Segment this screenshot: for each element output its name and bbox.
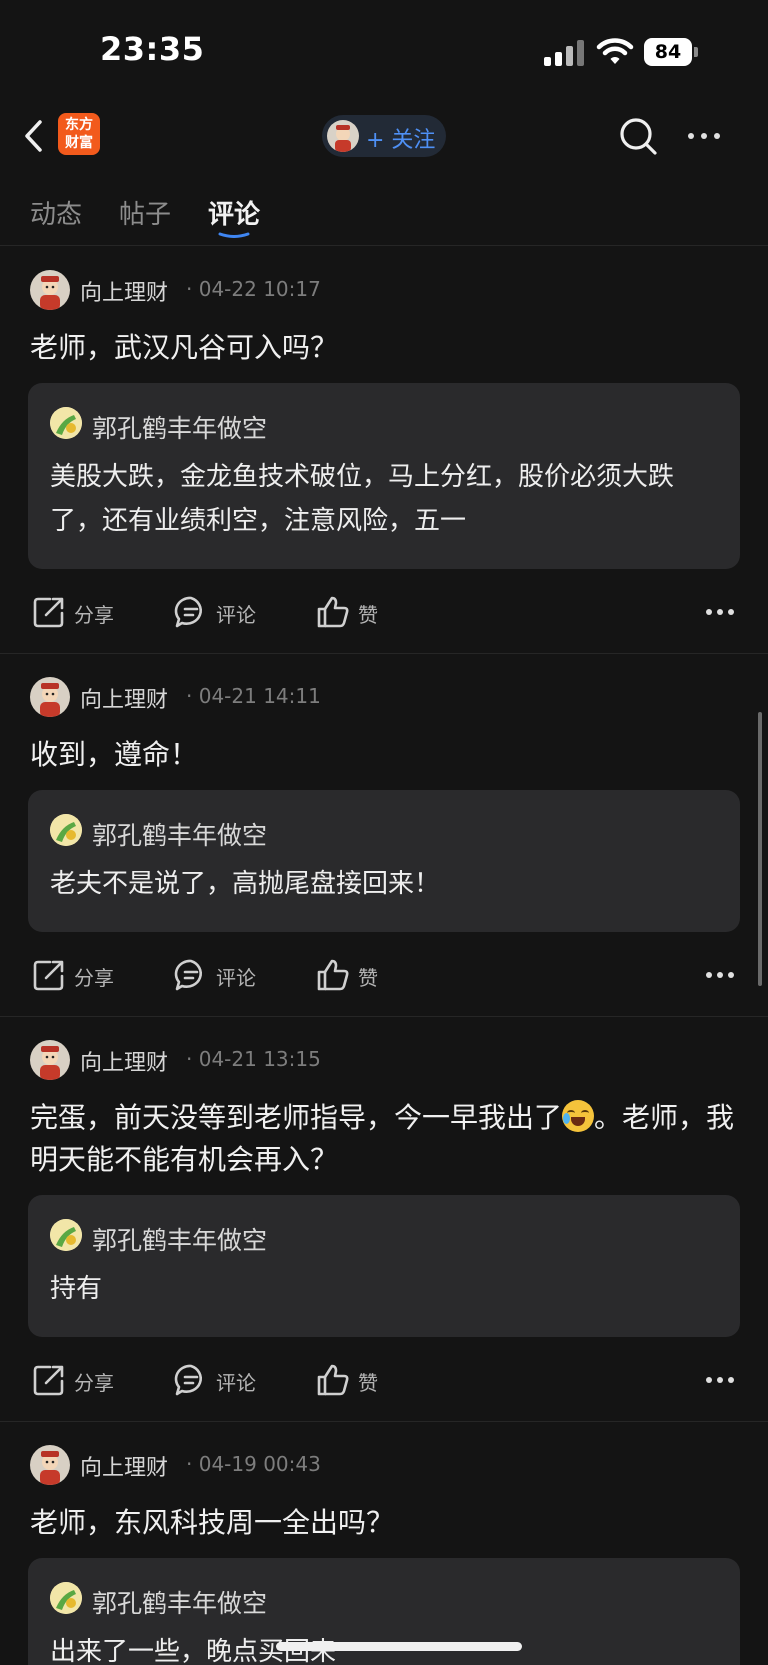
comment-text-part1: 完蛋，前天没等到老师指导，今一早我出了	[30, 1101, 563, 1134]
thumbs-up-icon	[317, 1364, 349, 1396]
logo-text-line2: 财富	[65, 135, 93, 151]
comment-icon	[174, 959, 202, 991]
comment-icon	[174, 1364, 202, 1396]
share-label: 分享	[74, 966, 114, 990]
comment-text: 完蛋，前天没等到老师指导，今一早我出了 。老师，我明天能不能有机会再入？	[30, 1097, 738, 1181]
author-name[interactable]: 向上理财	[80, 275, 168, 307]
follow-button[interactable]: + 关注	[322, 115, 446, 157]
search-icon[interactable]	[618, 116, 660, 158]
back-icon[interactable]	[22, 118, 46, 154]
author-name[interactable]: 向上理财	[80, 1450, 168, 1482]
like-label: 赞	[358, 966, 378, 990]
action-bar: 分享 评论 赞	[0, 569, 768, 653]
more-options-icon[interactable]	[684, 130, 724, 142]
quoted-post[interactable]: 郭孔鹤丰年做空 美股大跌，金龙鱼技术破位，马上分红，股价必须大跌了，还有业绩利空…	[28, 383, 740, 569]
more-icon[interactable]	[706, 606, 736, 618]
action-bar: 分享 评论 赞	[0, 1337, 768, 1421]
quote-header: 郭孔鹤丰年做空	[50, 1580, 718, 1618]
scrollbar[interactable]	[758, 712, 762, 986]
tab-comments[interactable]: 评论	[208, 194, 260, 231]
quoted-post[interactable]: 郭孔鹤丰年做空 持有	[28, 1195, 740, 1337]
avatar[interactable]	[30, 677, 70, 717]
nav-bar: 东方 财富 + 关注	[0, 100, 768, 172]
tab-posts[interactable]: 帖子	[119, 194, 171, 231]
app-logo[interactable]: 东方 财富	[58, 113, 100, 155]
quote-text: 美股大跌，金龙鱼技术破位，马上分红，股价必须大跌了，还有业绩利空，注意风险，五一	[50, 462, 675, 536]
battery-level: 84	[644, 38, 692, 66]
quote-author: 郭孔鹤丰年做空	[92, 1589, 268, 1618]
avatar	[50, 407, 82, 439]
comment-text: 老师，东风科技周一全出吗？	[30, 1506, 395, 1539]
more-icon[interactable]	[706, 969, 736, 981]
comment-label: 评论	[216, 603, 256, 627]
tab-dynamics[interactable]: 动态	[30, 194, 82, 231]
quote-author: 郭孔鹤丰年做空	[92, 414, 268, 443]
list-item[interactable]: 向上理财 · 04-21 13:15 完蛋，前天没等到老师指导，今一早我出了 。老…	[0, 1037, 768, 1422]
follow-label: + 关注	[366, 128, 436, 153]
quote-text: 老夫不是说了，高抛尾盘接回来！	[50, 869, 441, 899]
more-icon[interactable]	[706, 1374, 736, 1386]
quote-header: 郭孔鹤丰年做空	[50, 812, 718, 850]
battery-icon: 84	[644, 38, 698, 66]
post-header: 向上理财 · 04-19 00:43	[0, 1442, 768, 1488]
thumbs-up-icon	[317, 596, 349, 628]
comment-text: 收到，遵命！	[30, 738, 199, 771]
list-item[interactable]: 向上理财 · 04-22 10:17 老师，武汉凡谷可入吗？ 郭孔鹤丰年做空 美…	[0, 267, 768, 654]
wifi-icon	[596, 38, 634, 64]
status-bar: 23:35 84	[0, 0, 768, 100]
quote-author: 郭孔鹤丰年做空	[92, 821, 268, 850]
status-time: 23:35	[100, 30, 205, 68]
list-item[interactable]: 向上理财 · 04-19 00:43 老师，东风科技周一全出吗？ 郭孔鹤丰年做空…	[0, 1442, 768, 1665]
comment-label: 评论	[216, 1371, 256, 1395]
author-name[interactable]: 向上理财	[80, 1045, 168, 1077]
screen: 23:35 84 东方 财富 + 关注 动态 帖子 评论 向上理财 · 04-2…	[0, 0, 768, 1665]
avatar	[50, 1582, 82, 1614]
post-header: 向上理财 · 04-21 13:15	[0, 1037, 768, 1083]
avatar	[50, 814, 82, 846]
post-time: · 04-21 13:15	[186, 1047, 321, 1071]
like-label: 赞	[358, 603, 378, 627]
quote-author: 郭孔鹤丰年做空	[92, 1226, 268, 1255]
post-time: · 04-22 10:17	[186, 277, 321, 301]
avatar	[50, 1219, 82, 1251]
comment-feed: 向上理财 · 04-22 10:17 老师，武汉凡谷可入吗？ 郭孔鹤丰年做空 美…	[0, 247, 768, 1665]
crying-laughing-emoji-icon	[562, 1100, 595, 1132]
tab-active-indicator	[218, 232, 250, 238]
avatar[interactable]	[30, 1445, 70, 1485]
share-icon	[33, 597, 64, 628]
post-time: · 04-19 00:43	[186, 1452, 321, 1476]
share-icon	[33, 1365, 64, 1396]
comment-label: 评论	[216, 966, 256, 990]
action-bar: 分享 评论 赞	[0, 932, 768, 1016]
thumbs-up-icon	[317, 959, 349, 991]
logo-text-line1: 东方	[65, 117, 93, 133]
post-time: · 04-21 14:11	[186, 684, 321, 708]
post-header: 向上理财 · 04-22 10:17	[0, 267, 768, 313]
like-label: 赞	[358, 1371, 378, 1395]
home-indicator[interactable]	[276, 1642, 522, 1651]
avatar[interactable]	[30, 1040, 70, 1080]
quote-header: 郭孔鹤丰年做空	[50, 405, 718, 443]
share-label: 分享	[74, 1371, 114, 1395]
cellular-signal-icon	[544, 40, 586, 66]
quote-text: 持有	[50, 1274, 103, 1304]
avatar	[327, 120, 359, 152]
list-item[interactable]: 向上理财 · 04-21 14:11 收到，遵命！ 郭孔鹤丰年做空 老夫不是说了…	[0, 674, 768, 1017]
tab-bar: 动态 帖子 评论	[0, 180, 768, 246]
comment-text: 老师，武汉凡谷可入吗？	[30, 331, 339, 364]
share-label: 分享	[74, 603, 114, 627]
post-header: 向上理财 · 04-21 14:11	[0, 674, 768, 720]
avatar[interactable]	[30, 270, 70, 310]
quoted-post[interactable]: 郭孔鹤丰年做空 老夫不是说了，高抛尾盘接回来！	[28, 790, 740, 932]
quote-header: 郭孔鹤丰年做空	[50, 1217, 718, 1255]
author-name[interactable]: 向上理财	[80, 682, 168, 714]
comment-icon	[174, 596, 202, 628]
share-icon	[33, 960, 64, 991]
